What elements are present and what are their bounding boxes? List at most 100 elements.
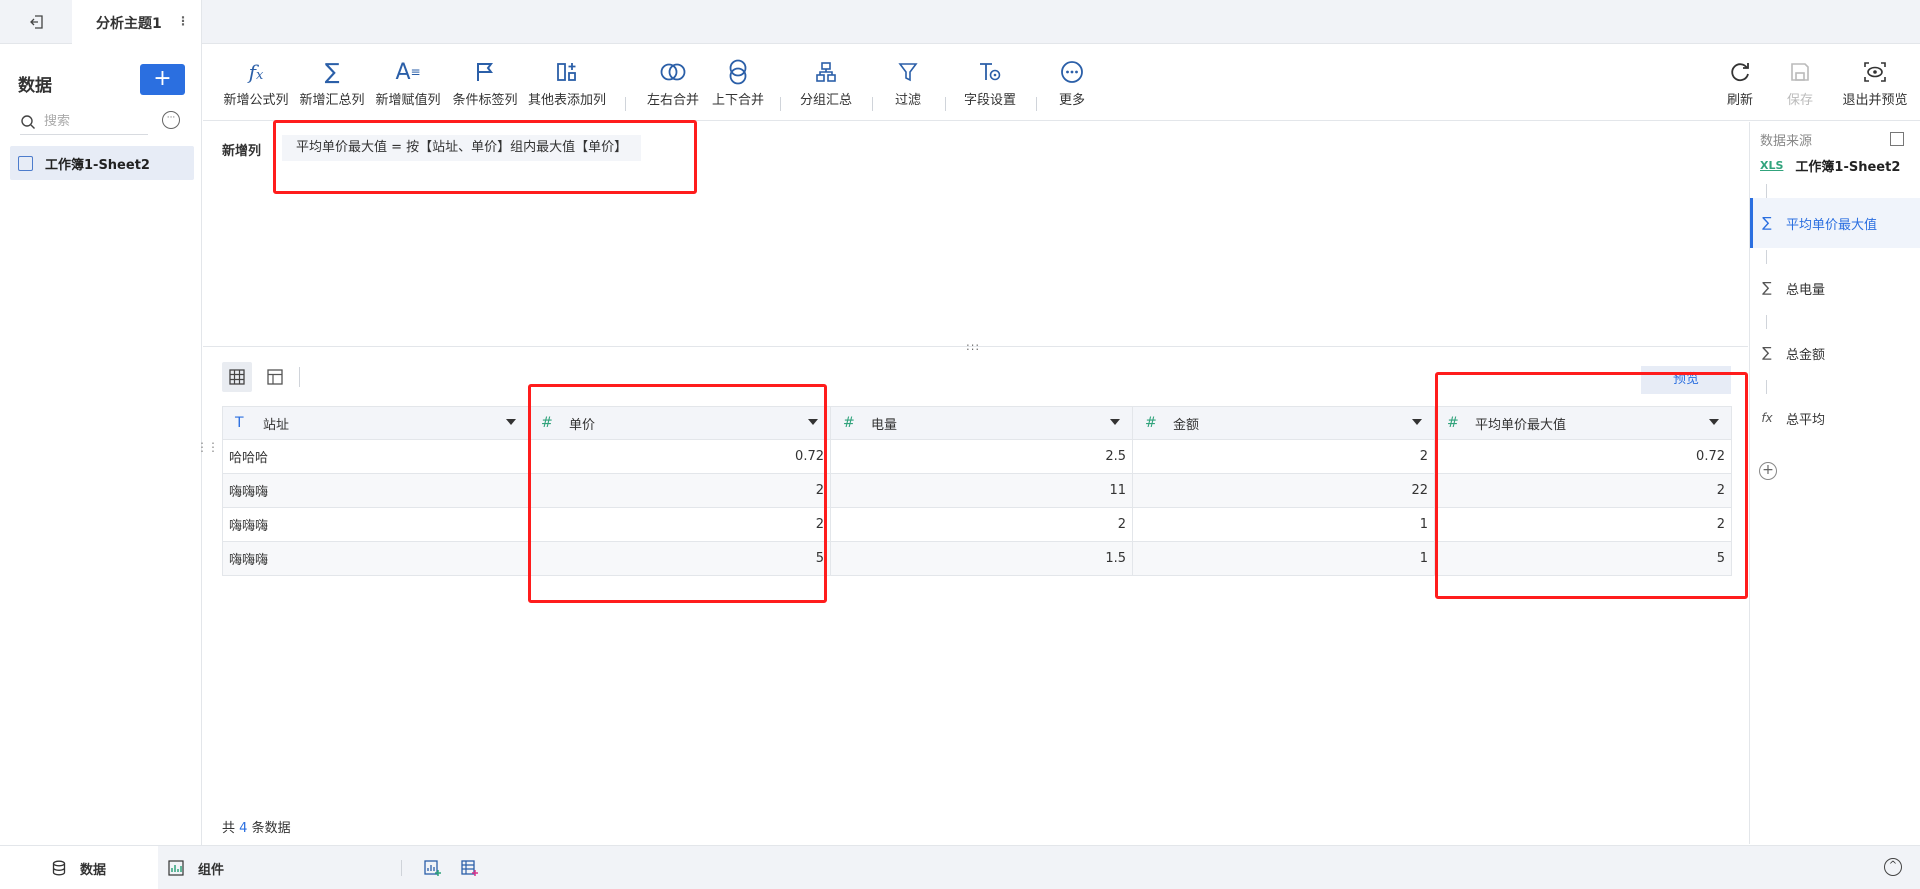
filter-button[interactable]: 过滤 (888, 57, 928, 108)
exit-and-preview-button[interactable]: 退出并预览 (1836, 57, 1914, 108)
table-cell[interactable]: 嗨嗨嗨 (222, 541, 529, 576)
table-cell[interactable]: 0.72 (528, 439, 831, 474)
table-cell[interactable]: 11 (830, 473, 1133, 508)
toolbar-label: 分组汇总 (799, 93, 852, 108)
table-cell[interactable]: 2 (830, 507, 1133, 542)
table-row: 嗨嗨嗨 2 2 1 2 (222, 507, 1732, 542)
column-header-amount[interactable]: # 金额 (1132, 406, 1435, 440)
tab-data[interactable]: 数据 (0, 846, 158, 889)
back-icon[interactable] (24, 10, 50, 34)
add-step-icon[interactable]: + (1759, 462, 1777, 480)
table-cell[interactable]: 1.5 (830, 541, 1133, 576)
table-cell[interactable]: 哈哈哈 (222, 439, 529, 474)
flag-icon (450, 57, 520, 87)
toolbar-label: 新增公式列 (223, 93, 289, 108)
tab-label: 数据 (80, 862, 107, 878)
step-total-electricity[interactable]: ∑ 总电量 (1750, 263, 1920, 313)
add-column-from-other-table-button[interactable]: 其他表添加列 (525, 57, 609, 108)
panel-resize-handle[interactable]: ⋮⋮ (196, 440, 219, 454)
table-row: 嗨嗨嗨 5 1.5 1 5 (222, 541, 1732, 576)
dropdown-caret-icon[interactable] (808, 419, 818, 425)
data-table: T 站址 # 单价 # 电量 # 金额 # 平均单价最大值 哈哈哈 0.72 2.5 2 … (222, 406, 1732, 576)
merge-left-right-button[interactable]: 左右合并 (643, 57, 703, 108)
vertical-resize-handle[interactable]: ::: (966, 340, 980, 353)
column-name: 单价 (569, 417, 596, 433)
tab-label: 分析主题1 (96, 15, 162, 32)
save-icon (1780, 57, 1820, 87)
table-cell[interactable]: 0.72 (1434, 439, 1732, 474)
add-data-button[interactable]: + (140, 64, 185, 95)
merge-up-down-button[interactable]: 上下合并 (708, 57, 768, 108)
table-header-row: T 站址 # 单价 # 电量 # 金额 # 平均单价最大值 (222, 406, 1732, 440)
table-cell[interactable]: 2.5 (830, 439, 1133, 474)
table-cell[interactable]: 2 (528, 507, 831, 542)
source-item[interactable]: XLS 工作簿1-Sheet2 (1760, 156, 1900, 175)
table-cell[interactable]: 嗨嗨嗨 (222, 507, 529, 542)
save-button[interactable]: 保存 (1780, 57, 1820, 108)
step-avg-max-price[interactable]: ∑ 平均单价最大值 (1750, 198, 1920, 248)
dropdown-caret-icon[interactable] (506, 419, 516, 425)
toolbar-divider (1036, 97, 1037, 111)
column-header-avg-max-price[interactable]: # 平均单价最大值 (1434, 406, 1732, 440)
table-cell[interactable]: 2 (1434, 507, 1732, 542)
table-cell[interactable]: 1 (1132, 541, 1435, 576)
field-settings-button[interactable]: 字段设置 (960, 57, 1020, 108)
step-label: 总平均 (1786, 412, 1826, 428)
table-cell[interactable]: 5 (528, 541, 831, 576)
more-icon (1052, 57, 1092, 87)
tab-analysis-theme[interactable]: 分析主题1 ⋮ (72, 0, 202, 45)
add-formula-column-button[interactable]: fx 新增公式列 (221, 57, 291, 108)
table-cell[interactable]: 2 (528, 473, 831, 508)
step-total-amount[interactable]: ∑ 总金额 (1750, 328, 1920, 378)
table-cell[interactable]: 2 (1434, 473, 1732, 508)
dropdown-caret-icon[interactable] (1709, 419, 1719, 425)
toolbar-label: 字段设置 (963, 93, 1016, 108)
source-name: 工作簿1-Sheet2 (1795, 160, 1901, 175)
text-type-icon: T (235, 415, 244, 431)
expand-icon[interactable] (1890, 132, 1904, 146)
step-connector (1766, 250, 1767, 264)
condition-tag-column-button[interactable]: 条件标签列 (450, 57, 520, 108)
dropdown-caret-icon[interactable] (1110, 419, 1120, 425)
table-cell[interactable]: 22 (1132, 473, 1435, 508)
dropdown-caret-icon[interactable] (1412, 419, 1422, 425)
more-options-icon[interactable]: ··· (162, 111, 180, 129)
group-summary-button[interactable]: 分组汇总 (796, 57, 856, 108)
row-count-prefix: 共 (222, 821, 236, 836)
grid-icon (229, 369, 245, 385)
preview-button[interactable]: 预览 (1641, 366, 1731, 394)
more-button[interactable]: 更多 (1052, 57, 1092, 108)
refresh-icon (1720, 57, 1760, 87)
search-box (20, 109, 148, 135)
add-assign-column-button[interactable]: A ≡ 新增赋值列 (373, 57, 443, 109)
number-type-icon: # (1447, 415, 1459, 431)
refresh-button[interactable]: 刷新 (1720, 57, 1760, 108)
column-header-electricity[interactable]: # 电量 (830, 406, 1133, 440)
bottom-bar: 数据 组件 ^ (0, 845, 1920, 889)
sigma-icon: ∑ (1762, 280, 1772, 296)
search-input[interactable] (44, 114, 140, 129)
assign-icon: A ≡ (395, 59, 421, 85)
column-header-station[interactable]: T 站址 (222, 406, 529, 440)
add-column-icon (525, 57, 609, 87)
toolbar-label: 左右合并 (646, 93, 699, 108)
table-cell[interactable]: 5 (1434, 541, 1732, 576)
table-cell[interactable]: 1 (1132, 507, 1435, 542)
layout-view-toggle[interactable] (260, 362, 290, 392)
add-chart-icon[interactable] (424, 859, 442, 881)
step-total-average[interactable]: fx 总平均 (1750, 393, 1920, 443)
add-table-icon[interactable] (461, 859, 479, 881)
add-summary-column-button[interactable]: ∑ 新增汇总列 (297, 57, 367, 109)
formula-icon: fx (1761, 411, 1773, 425)
tab-components[interactable]: 组件 (168, 846, 224, 889)
column-header-unit-price[interactable]: # 单价 (528, 406, 831, 440)
collapse-icon[interactable]: ^ (1884, 858, 1902, 876)
toolbar-label: 过滤 (894, 93, 921, 108)
formula-expression[interactable]: 平均单价最大值 = 按【站址、单价】组内最大值【单价】 (282, 135, 642, 161)
step-connector (1766, 315, 1767, 329)
tab-menu-icon[interactable]: ⋮ (177, 14, 189, 28)
table-cell[interactable]: 2 (1132, 439, 1435, 474)
grid-view-toggle[interactable] (222, 362, 252, 392)
table-cell[interactable]: 嗨嗨嗨 (222, 473, 529, 508)
sidebar-item-sheet[interactable]: 工作簿1-Sheet2 (10, 146, 194, 180)
